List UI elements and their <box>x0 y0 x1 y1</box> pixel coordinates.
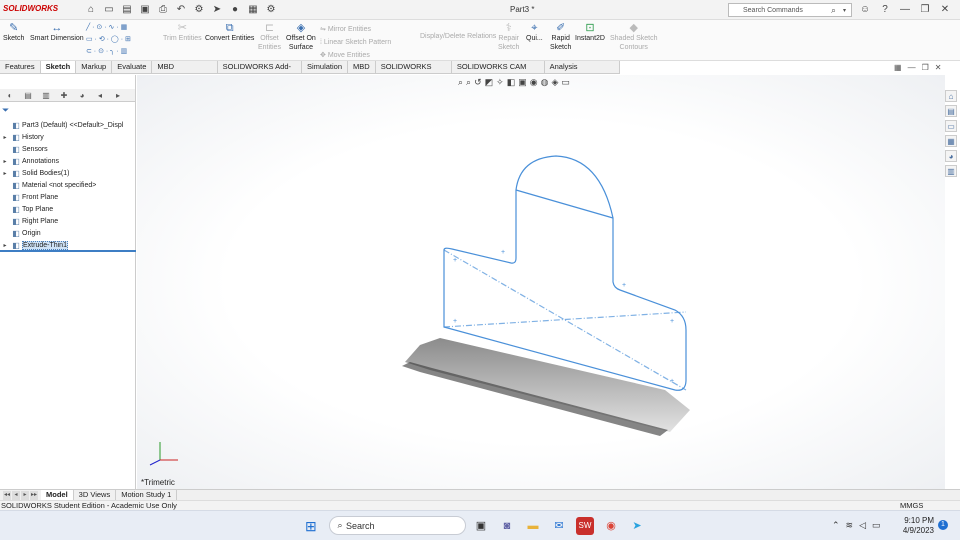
taskbar-apps: ▣ ◙ ▬ ✉ SW ◉ ➤ <box>472 517 646 535</box>
mail-icon[interactable]: ✉ <box>550 517 568 535</box>
notification-badge[interactable]: 1 <box>938 520 948 530</box>
task-view-icon[interactable]: ▣ <box>472 517 490 535</box>
appearances-icon[interactable]: ◕ <box>945 150 957 162</box>
bottom-tabs: ◂◂ ◂ ▸ ▸▸ Model 3D Views Motion Study 1 <box>0 489 960 500</box>
telegram-icon[interactable]: ➤ <box>628 517 646 535</box>
view-orientation-icon[interactable]: ◧ <box>507 77 516 88</box>
view-orientation-label: *Trimetric <box>141 478 175 487</box>
bottom-tab-3d-views[interactable]: 3D Views <box>74 490 117 500</box>
clock-date: 4/9/2023 <box>902 526 934 535</box>
file-explorer-icon[interactable]: ▭ <box>945 120 957 132</box>
next-tab-icon[interactable]: ▸ <box>21 491 29 500</box>
edit-appearance-icon[interactable]: ◍ <box>541 77 549 88</box>
taskbar-clock[interactable]: 9:10 PM 4/9/2023 <box>902 516 934 536</box>
taskbar-search[interactable]: ⌕ Search <box>329 516 466 535</box>
sketch-point-marker: + <box>453 257 457 264</box>
sketch-point-marker: + <box>670 378 674 385</box>
task-pane-tabs: ⌂ ▤ ▭ ▦ ◕ ▥ <box>945 90 960 177</box>
sketch-point-marker: + <box>670 318 674 325</box>
model-shadow <box>405 338 690 432</box>
tab-navigation: ◂◂ ◂ ▸ ▸▸ <box>0 490 41 500</box>
hide-show-icon[interactable]: ◉ <box>530 77 538 88</box>
dynamic-annotation-icon[interactable]: ✧ <box>496 77 504 88</box>
chrome-icon[interactable]: ◉ <box>602 517 620 535</box>
clock-time: 9:10 PM <box>904 516 934 525</box>
first-tab-icon[interactable]: ◂◂ <box>3 491 11 500</box>
battery-icon[interactable]: ▭ <box>872 520 881 531</box>
bottom-tab-motion-study-1[interactable]: Motion Study 1 <box>116 490 178 500</box>
custom-properties-icon[interactable]: ▥ <box>945 165 957 177</box>
windows-start-icon[interactable]: ⊞ <box>305 518 317 535</box>
solidworks-taskbar-icon[interactable]: SW <box>576 517 594 535</box>
search-icon: ⌕ <box>337 520 343 530</box>
prev-tab-icon[interactable]: ◂ <box>12 491 20 500</box>
wifi-icon[interactable]: ≋ <box>846 520 854 531</box>
apply-scene-icon[interactable]: ◈ <box>551 77 558 88</box>
system-tray: ⌃ ≋ ◁ ▭ <box>832 520 881 531</box>
view-palette-icon[interactable]: ▦ <box>945 135 957 147</box>
heads-up-toolbar: ⌕ ⌕ ↺ ◩ ✧ ◧ ▣ ◉ ◍ ◈ ▭ <box>458 77 570 88</box>
view-settings-icon[interactable]: ▭ <box>561 77 570 88</box>
status-bar: SOLIDWORKS Student Edition - Academic Us… <box>0 500 960 510</box>
sketch-point-marker: + <box>453 318 457 325</box>
previous-view-icon[interactable]: ↺ <box>474 77 482 88</box>
taskbar-search-label: Search <box>346 520 375 531</box>
design-library-icon[interactable]: ▤ <box>945 105 957 117</box>
sketch-point-marker: + <box>501 249 505 256</box>
chevron-up-icon[interactable]: ⌃ <box>832 520 840 531</box>
last-tab-icon[interactable]: ▸▸ <box>30 491 38 500</box>
view-triad <box>149 442 178 466</box>
teams-chat-icon[interactable]: ◙ <box>498 517 516 535</box>
volume-icon[interactable]: ◁ <box>859 520 866 531</box>
zoom-to-area-icon[interactable]: ⌕ <box>466 77 471 88</box>
zoom-to-fit-icon[interactable]: ⌕ <box>458 77 463 88</box>
section-view-icon[interactable]: ◩ <box>485 77 494 88</box>
bottom-tab-model[interactable]: Model <box>41 490 74 500</box>
display-style-icon[interactable]: ▣ <box>518 77 527 88</box>
file-explorer-taskbar-icon[interactable]: ▬ <box>524 517 542 535</box>
sketch-point-marker: + <box>622 282 626 289</box>
windows-taskbar: ⊞ ⌕ Search ▣ ◙ ▬ ✉ SW ◉ ➤ ⌃ ≋ ◁ ▭ 9:10 P… <box>0 510 960 540</box>
solidworks-resources-icon[interactable]: ⌂ <box>945 90 957 102</box>
